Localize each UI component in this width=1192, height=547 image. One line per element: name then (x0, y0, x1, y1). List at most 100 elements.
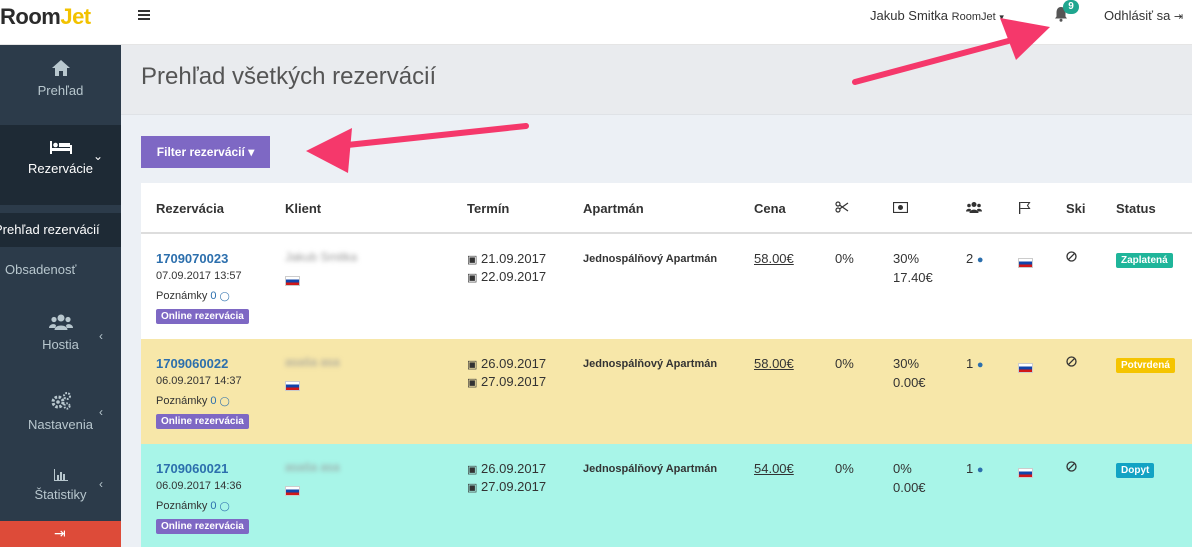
app-logo[interactable]: RoomJet (0, 4, 121, 30)
user-brand: RoomJet (951, 11, 996, 23)
column-header-term[interactable]: Termín (467, 201, 509, 216)
flag-sk-icon (285, 275, 300, 286)
term-from: ▣ 26.09.2017 (467, 356, 547, 371)
sign-out-icon: ⇥ (1173, 11, 1184, 23)
chevron-left-icon: ‹ (99, 329, 103, 343)
column-header-reservation[interactable]: Rezervácia (156, 201, 224, 216)
status-badge: Zaplatená (1116, 251, 1173, 268)
column-header-status[interactable]: Status (1116, 201, 1156, 216)
users-icon[interactable] (966, 201, 982, 216)
notes-link[interactable]: Poznámky 0 ◯ (156, 290, 230, 302)
discount-value: 0% (835, 251, 854, 266)
notes-link[interactable]: Poznámky 0 ◯ (156, 500, 230, 512)
deposit-amount: 0.00€ (893, 480, 926, 495)
logout-link[interactable]: Odhlásiť sa ⇥ (1104, 8, 1183, 23)
flag-sk-icon (1018, 257, 1033, 268)
reservation-id-link[interactable]: 1709070023 (156, 251, 228, 266)
price-link[interactable]: 58.00€ (754, 356, 794, 371)
sidebar: Prehľad Rezervácie ⌄ Prehľad rezervácií … (0, 45, 121, 547)
reservation-id-link[interactable]: 1709060022 (156, 356, 228, 371)
chevron-left-icon: ‹ (99, 477, 103, 491)
flag-sk-icon (1018, 467, 1033, 478)
scissors-icon[interactable] (835, 201, 849, 216)
deposit-percent: 30% (893, 251, 920, 266)
term-from: ▣ 21.09.2017 (467, 251, 547, 266)
client-name[interactable]: Jakub Smitka (285, 250, 357, 264)
reservation-id-link[interactable]: 1709060021 (156, 461, 228, 476)
guest-count: 1 ● (966, 461, 984, 476)
client-name[interactable]: asaša asa (285, 460, 340, 474)
money-icon[interactable] (892, 201, 909, 216)
gears-icon (51, 392, 71, 410)
user-icon: ● (976, 359, 984, 371)
user-menu[interactable]: Jakub Smitka RoomJet ▾ (870, 8, 1004, 23)
reservation-created: 06.09.2017 14:37 (156, 375, 242, 387)
term-from: ▣ 26.09.2017 (467, 461, 547, 476)
ski-none-icon (1066, 250, 1077, 265)
deposit-percent: 30% (893, 356, 920, 371)
client-country-flag (285, 377, 300, 392)
status-badge: Potvrdená (1116, 356, 1175, 373)
sidebar-item-statistiky[interactable]: Štatistiky ‹ (0, 469, 121, 509)
guest-country-flag (1018, 359, 1033, 374)
bar-chart-icon (53, 469, 68, 481)
client-country-flag (285, 482, 300, 497)
users-icon (48, 314, 73, 330)
price-link[interactable]: 58.00€ (754, 251, 794, 266)
source-badge: Online rezervácia (156, 307, 249, 324)
sidebar-item-hostia[interactable]: Hostia ‹ (0, 313, 121, 373)
comment-icon: ◯ (219, 291, 230, 301)
table-row[interactable]: 1709060022 06.09.2017 14:37 Poznámky 0 ◯… (141, 339, 1192, 444)
user-name: Jakub Smitka (870, 8, 949, 23)
price-link[interactable]: 54.00€ (754, 461, 794, 476)
apartment-name: Jednospálňový Apartmán (583, 253, 718, 265)
sidebar-subitem-obsadenost[interactable]: Obsadenosť (0, 255, 121, 285)
table-row[interactable]: 1709060021 06.09.2017 14:36 Poznámky 0 ◯… (141, 444, 1192, 547)
caret-down-icon: ▾ (248, 145, 255, 159)
sidebar-logout-button[interactable]: ⇥ (0, 521, 121, 547)
reservation-created: 06.09.2017 14:36 (156, 480, 242, 492)
flag-icon[interactable] (1018, 201, 1031, 217)
calendar-check-icon: ▣ (467, 254, 478, 266)
sidebar-subitem-prehlad-rezervacii[interactable]: Prehľad rezervácií (0, 213, 121, 247)
sidebar-item-rezervacie[interactable]: Rezervácie ⌄ (0, 125, 121, 205)
guest-count: 2 ● (966, 251, 984, 266)
apartment-name: Jednospálňový Apartmán (583, 358, 718, 370)
column-header-apartment[interactable]: Apartmán (583, 201, 644, 216)
source-badge: Online rezervácia (156, 517, 249, 534)
ski-none-icon (1066, 460, 1077, 475)
column-header-ski[interactable]: Ski (1066, 201, 1086, 216)
user-icon: ● (976, 254, 984, 266)
term-to: ▣ 22.09.2017 (467, 269, 547, 284)
filter-reservations-button[interactable]: Filter rezervácií ▾ (141, 136, 270, 168)
client-country-flag (285, 272, 300, 287)
sidebar-item-nastavenia[interactable]: Nastavenia ‹ (0, 391, 121, 451)
column-header-client[interactable]: Klient (285, 201, 321, 216)
client-name[interactable]: asaša asa (285, 355, 340, 369)
notes-link[interactable]: Poznámky 0 ◯ (156, 395, 230, 407)
bed-icon (49, 141, 72, 154)
sign-out-icon: ⇥ (54, 525, 66, 541)
menu-toggle-icon[interactable] (138, 8, 154, 26)
comment-icon: ◯ (219, 396, 230, 406)
deposit-amount: 0.00€ (893, 375, 926, 390)
discount-value: 0% (835, 356, 854, 371)
source-badge: Online rezervácia (156, 412, 249, 429)
arrow-to-filter (306, 123, 529, 173)
sidebar-item-prehlad[interactable]: Prehľad (0, 59, 121, 119)
apartment-name: Jednospálňový Apartmán (583, 463, 718, 475)
top-bar: RoomJet Jakub Smitka RoomJet ▾ 9 Odhlási… (0, 0, 1192, 45)
calendar-icon: ▣ (467, 272, 478, 284)
deposit-percent: 0% (893, 461, 912, 476)
chevron-down-icon: ⌄ (92, 149, 103, 163)
column-header-price[interactable]: Cena (754, 201, 786, 216)
status-badge: Dopyt (1116, 461, 1155, 478)
content-header: Prehľad všetkých rezervácií (121, 45, 1192, 115)
guest-country-flag (1018, 254, 1033, 269)
flag-sk-icon (285, 380, 300, 391)
calendar-icon: ▣ (467, 482, 478, 494)
table-row[interactable]: 1709070023 07.09.2017 13:57 Poznámky 0 ◯… (141, 234, 1192, 339)
flag-sk-icon (285, 485, 300, 496)
reservations-table: Rezervácia Klient Termín Apartmán Cena S… (141, 183, 1192, 547)
calendar-check-icon: ▣ (467, 359, 478, 371)
